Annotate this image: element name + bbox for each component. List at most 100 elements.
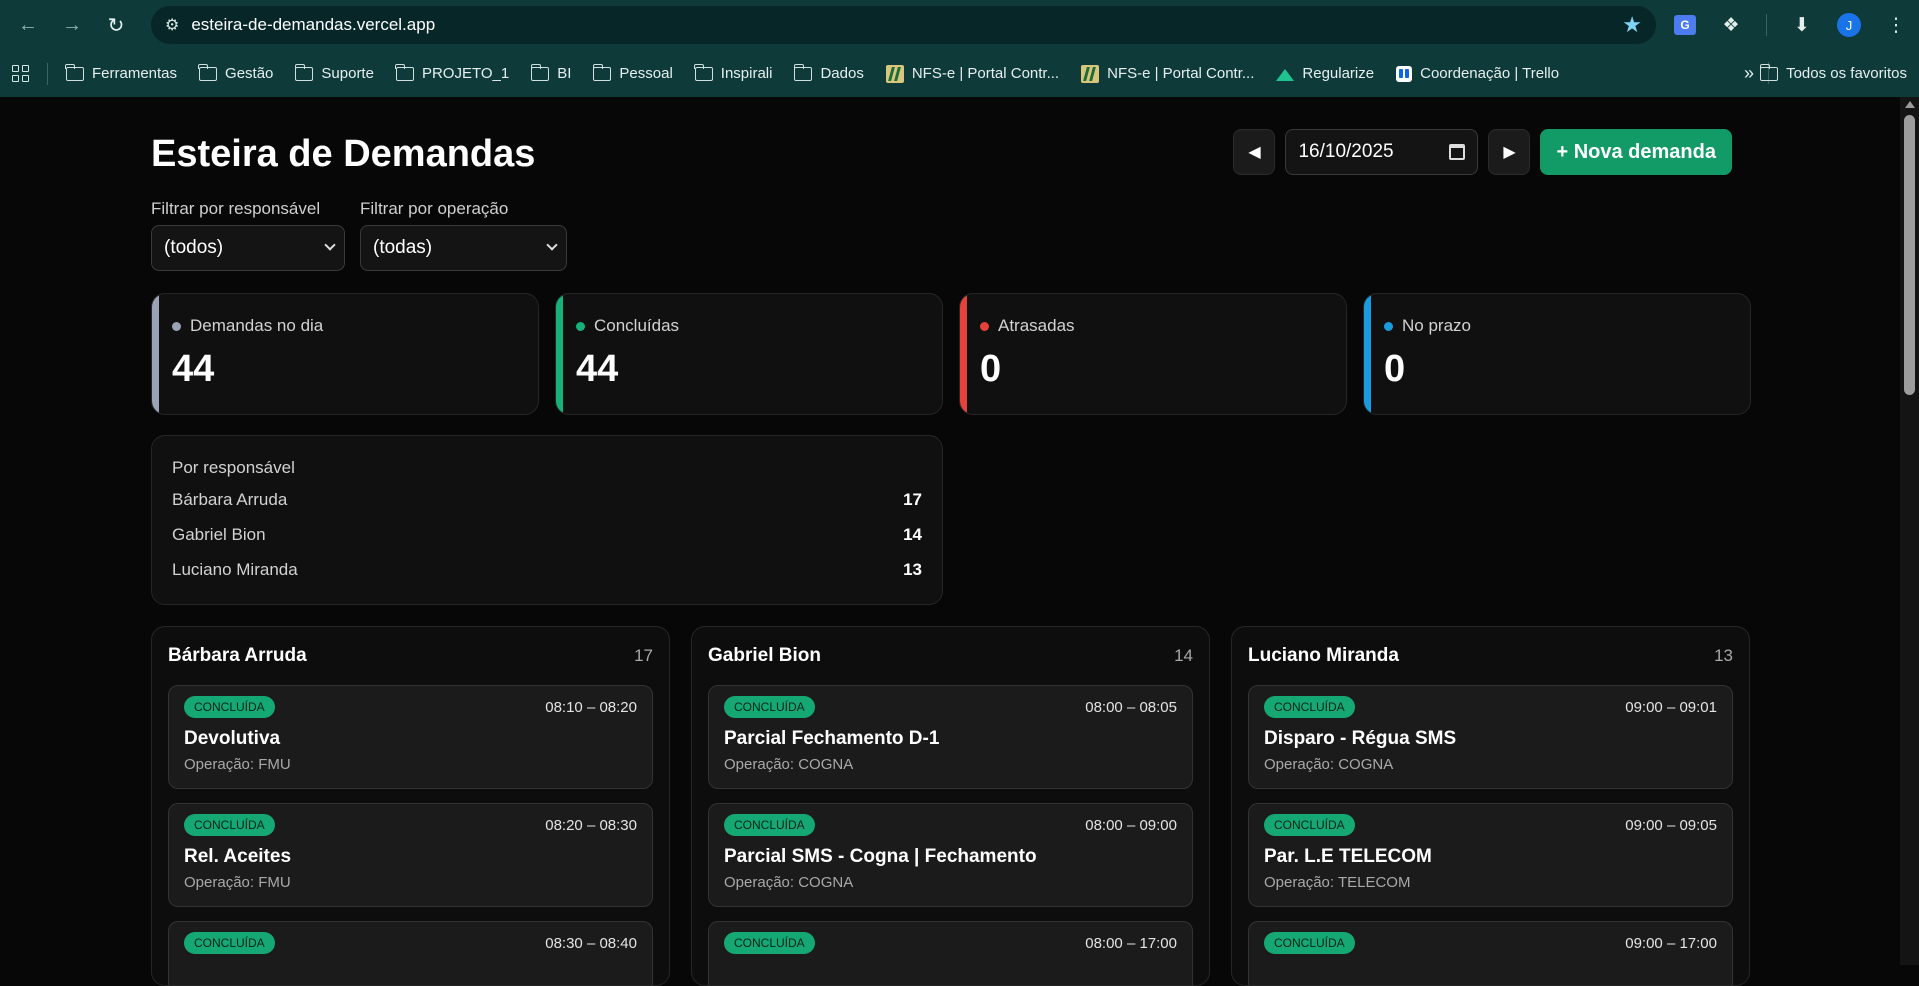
next-day-button[interactable]: ▶ [1488,129,1531,175]
calendar-icon[interactable] [1449,144,1466,160]
folder-icon [65,63,84,81]
page-title: Esteira de Demandas [151,133,536,175]
card-operation: Operação: COGNA [724,874,854,891]
stat-label-row: No prazo [1384,316,1471,336]
demand-card[interactable]: CONCLUÍDA 09:00 – 09:05 Par. L.E TELECOM… [1248,803,1733,907]
translate-icon[interactable]: G [1674,15,1696,35]
extensions-icon[interactable]: ❖ [1718,12,1744,38]
stat-label: Atrasadas [998,316,1075,335]
stat-label-row: Demandas no dia [172,316,323,336]
reload-icon[interactable]: ↻ [98,7,134,43]
bookmark-star-icon[interactable]: ★ [1622,12,1642,38]
bookmark-suporte[interactable]: Suporte [294,63,374,82]
responsavel-name: Bárbara Arruda [172,490,288,509]
filter-responsavel-label: Filtrar por responsável [151,199,321,218]
responsavel-count: 13 [903,560,922,579]
bookmark-label: Regularize [1302,65,1375,82]
bookmark-dados[interactable]: Dados [793,63,864,82]
time-range: 08:00 – 08:05 [1085,699,1177,716]
stat-value: 0 [980,348,1002,390]
card-operation: Operação: TELECOM [1264,874,1411,891]
bookmark-gestao[interactable]: Gestão [198,63,274,82]
status-badge: CONCLUÍDA [724,696,815,718]
bookmark-trello[interactable]: Coordenação | Trello [1396,65,1559,82]
bookmark-label: Coordenação | Trello [1420,65,1560,82]
address-bar[interactable]: ⚙ esteira-de-demandas.vercel.app ★ [151,6,1656,44]
bookmark-nfse-1[interactable]: NFS-e | Portal Contr... [885,64,1060,83]
bookmark-ferramentas[interactable]: Ferramentas [65,63,177,82]
bookmark-label: NFS-e | Portal Contr... [911,65,1060,82]
column-header: Luciano Miranda 13 [1248,627,1733,685]
stat-value: 0 [1384,348,1406,390]
responsavel-name: Luciano Miranda [172,560,298,579]
folder-icon [198,63,218,81]
bookmark-regularize[interactable]: Regularize [1276,65,1374,82]
column-count: 13 [1714,646,1733,665]
trello-icon [1396,65,1413,82]
panel-title: Por responsável [172,458,295,477]
card-operation: Operação: COGNA [1264,756,1394,773]
card-title: Rel. Aceites [184,846,292,867]
folder-icon [294,63,314,81]
apps-grid-icon[interactable] [12,65,29,82]
scroll-up-icon[interactable] [1905,101,1915,108]
column-title: Luciano Miranda [1248,645,1399,666]
folder-icon [694,63,713,81]
toolbar-divider [1766,14,1767,36]
demand-card[interactable]: CONCLUÍDA 08:00 – 08:05 Parcial Fechamen… [708,685,1193,789]
responsavel-name: Gabriel Bion [172,525,266,544]
demand-card[interactable]: CONCLUÍDA 09:00 – 09:01 Disparo - Régua … [1248,685,1733,789]
bookmark-label: Gestão [225,65,274,82]
filter-operacao-label: Filtrar por operação [360,199,509,218]
scroll-thumb[interactable] [1904,115,1915,395]
stat-card-concluidas: Concluídas 44 [555,293,943,415]
status-dot-icon [980,321,989,331]
bookmark-pessoal[interactable]: Pessoal [592,63,673,82]
demand-card[interactable]: CONCLUÍDA 09:00 – 17:00 [1248,921,1733,985]
stat-accent-bar [556,294,563,414]
profile-avatar[interactable]: J [1837,13,1861,37]
status-badge: CONCLUÍDA [184,696,275,718]
toolbar-actions: G ❖ ⬇ J ⋮ [1674,6,1909,44]
operacao-selected: (todas) [373,237,433,258]
time-range: 09:00 – 09:05 [1625,817,1717,834]
stat-label: Concluídas [594,316,680,335]
browser-chrome: ← → ↻ ⚙ esteira-de-demandas.vercel.app ★… [0,0,1919,97]
download-icon[interactable]: ⬇ [1789,12,1815,38]
forward-icon[interactable]: → [54,7,90,43]
url-text[interactable]: esteira-de-demandas.vercel.app [191,15,435,35]
demand-card[interactable]: CONCLUÍDA 08:30 – 08:40 [168,921,653,985]
menu-kebab-icon[interactable]: ⋮ [1883,12,1909,38]
stat-label: No prazo [1402,316,1471,335]
column-count: 17 [634,646,653,665]
demand-card[interactable]: CONCLUÍDA 08:00 – 17:00 [708,921,1193,985]
back-icon[interactable]: ← [10,7,46,43]
demand-card[interactable]: CONCLUÍDA 08:10 – 08:20 Devolutiva Opera… [168,685,653,789]
site-settings-icon[interactable]: ⚙ [165,15,179,35]
responsavel-select[interactable]: (todos) [151,225,345,271]
folder-icon [592,63,612,81]
more-bookmarks-icon[interactable]: » [1744,50,1754,97]
time-range: 08:20 – 08:30 [545,817,637,834]
card-title: Parcial Fechamento D-1 [724,728,940,749]
stat-label-row: Concluídas [576,316,679,336]
bookmark-nfse-2[interactable]: NFS-e | Portal Contr... [1081,64,1254,83]
stat-label: Demandas no dia [190,316,324,335]
operacao-select[interactable]: (todas) [360,225,567,271]
date-value: 16/10/2025 [1298,141,1394,162]
column-title: Gabriel Bion [708,645,821,666]
stat-accent-bar [960,294,967,414]
new-demand-button[interactable]: + Nova demanda [1540,129,1732,175]
status-badge: CONCLUÍDA [184,932,275,954]
date-input[interactable]: 16/10/2025 [1285,129,1479,175]
demand-card[interactable]: CONCLUÍDA 08:00 – 09:00 Parcial SMS - Co… [708,803,1193,907]
page-scrollbar[interactable] [1900,97,1919,965]
chevron-down-icon [324,239,336,251]
filter-operacao: Filtrar por operação (todas) [360,199,567,271]
bookmark-bi[interactable]: BI [530,63,571,82]
prev-day-button[interactable]: ◀ [1233,129,1276,175]
bookmark-projeto-1[interactable]: PROJETO_1 [395,63,509,82]
all-bookmarks[interactable]: Todos os favoritos [1759,50,1907,97]
demand-card[interactable]: CONCLUÍDA 08:20 – 08:30 Rel. Aceites Ope… [168,803,653,907]
bookmark-inspirali[interactable]: Inspirali [694,63,772,82]
